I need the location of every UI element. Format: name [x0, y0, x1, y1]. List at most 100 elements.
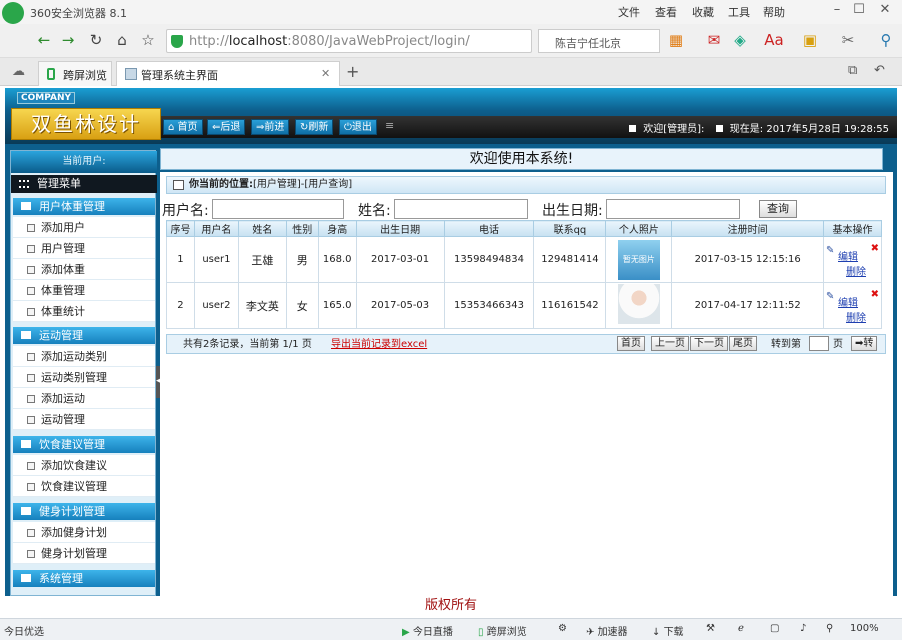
accelerator-link[interactable]: ✈ 加速器 — [586, 623, 628, 638]
forward-button[interactable]: ⇒前进 — [251, 119, 290, 135]
sidebar-item-diet-mgmt[interactable]: 饮食建议管理 — [13, 476, 155, 497]
apps-icon[interactable]: ▦ — [666, 30, 686, 50]
address-bar[interactable]: http://localhost:8080/JavaWebProject/log… — [166, 29, 532, 53]
back-icon[interactable]: ← — [34, 30, 54, 50]
prev-page-button[interactable]: 上一页 — [651, 336, 689, 351]
col-header: 联系qq — [533, 220, 607, 237]
management-menu-title: 管理菜单 — [11, 175, 157, 193]
extension-icon[interactable]: ▣ — [800, 30, 820, 50]
mail-icon[interactable]: ✉ — [704, 30, 724, 50]
doc-icon — [27, 287, 35, 295]
refresh-icon[interactable]: ↻ — [86, 30, 106, 50]
close-tab-icon[interactable]: ✕ — [321, 67, 330, 80]
tools-icon[interactable]: ⚒ — [706, 623, 715, 634]
group-system[interactable]: 系统管理 — [13, 570, 155, 587]
cross-screen-link[interactable]: ▯ 跨屏浏览 — [478, 623, 527, 638]
folder-icon — [21, 507, 31, 515]
search-input[interactable]: 陈吉宁任北京 — [538, 29, 660, 53]
screenshot-icon[interactable]: ✂ — [838, 30, 858, 50]
menu-lines-icon[interactable]: ≡ — [385, 119, 394, 132]
tab-main-system[interactable]: 管理系统主界面 ✕ — [116, 61, 340, 86]
zoom-icon[interactable]: ⚲ — [826, 623, 833, 634]
back-button[interactable]: ⇐后退 — [207, 119, 246, 135]
zoom-search-icon[interactable]: ⚲ — [876, 30, 896, 50]
translate-icon[interactable]: Aa — [764, 30, 784, 50]
goto-page-input[interactable] — [809, 336, 829, 351]
cloud-icon[interactable]: ☁ — [12, 64, 25, 79]
window-icon[interactable]: ▢ — [770, 623, 779, 634]
sidebar-item-add-weight[interactable]: 添加体重 — [13, 259, 155, 280]
ie-icon[interactable]: ℯ — [738, 623, 744, 634]
page-icon — [125, 68, 137, 80]
doc-icon — [27, 374, 35, 382]
group-user-weight[interactable]: 用户体重管理 — [13, 198, 155, 215]
user-photo[interactable]: 暂无图片 — [617, 239, 660, 280]
birth-date-field[interactable] — [606, 199, 740, 219]
download-link[interactable]: ↓ 下载 — [652, 623, 684, 638]
maximize-icon[interactable]: ☐ — [848, 2, 870, 20]
next-page-button[interactable]: 下一页 — [690, 336, 728, 351]
sidebar-item-exercise-type-mgmt[interactable]: 运动类别管理 — [13, 367, 155, 388]
delete-icon[interactable]: ✖ — [871, 243, 879, 254]
group-diet[interactable]: 饮食建议管理 — [13, 436, 155, 453]
refresh-button[interactable]: ↻刷新 — [295, 119, 334, 135]
sidebar-item-user-mgmt[interactable]: 用户管理 — [13, 238, 155, 259]
daily-picks-link[interactable]: 今日优选 — [4, 623, 44, 638]
menu-view[interactable]: 查看 — [655, 4, 677, 20]
sidebar-item-weight-mgmt[interactable]: 体重管理 — [13, 280, 155, 301]
last-page-button[interactable]: 尾页 — [729, 336, 757, 351]
menu-tools[interactable]: 工具 — [728, 4, 750, 20]
group-fitness-plan[interactable]: 健身计划管理 — [13, 503, 155, 520]
new-tab-icon[interactable]: + — [346, 62, 359, 81]
delete-link[interactable]: 删除 — [846, 313, 866, 324]
breadcrumb: 你当前的位置:[用户管理]-[用户查询] — [166, 176, 886, 194]
first-page-button[interactable]: 首页 — [617, 336, 645, 351]
edit-link[interactable]: 编辑 — [838, 252, 858, 263]
sidebar-item-add-diet[interactable]: 添加饮食建议 — [13, 455, 155, 476]
sound-icon[interactable]: ♪ — [800, 623, 806, 634]
minimize-icon[interactable]: – — [826, 2, 848, 20]
go-button[interactable]: ➡转 — [851, 336, 878, 351]
delete-link[interactable]: 删除 — [846, 267, 866, 278]
settings-icon[interactable]: ⚙ — [558, 623, 567, 634]
logout-button[interactable]: ⏻退出 — [339, 119, 377, 135]
home-icon[interactable]: ⌂ — [112, 30, 132, 50]
sidebar-item-add-user[interactable]: 添加用户 — [13, 217, 155, 238]
col-header: 性别 — [285, 220, 319, 237]
current-user-bar: 当前用户: — [11, 151, 157, 173]
col-header: 出生日期 — [355, 220, 445, 237]
forward-icon[interactable]: → — [58, 30, 78, 50]
browser-title: 360安全浏览器 8.1 — [30, 7, 127, 20]
restore-tabs-icon[interactable]: ⧉ — [848, 63, 857, 78]
menu-favorites[interactable]: 收藏 — [692, 4, 714, 20]
query-button[interactable]: 查询 — [759, 200, 797, 218]
name-field[interactable] — [394, 199, 528, 219]
zoom-level[interactable]: 100% — [850, 623, 879, 634]
sidebar-item-add-exercise[interactable]: 添加运动 — [13, 388, 155, 409]
sidebar-item-exercise-mgmt[interactable]: 运动管理 — [13, 409, 155, 430]
goto-label: 转到第 — [771, 339, 801, 350]
delete-icon[interactable]: ✖ — [871, 289, 879, 300]
grid-icon — [19, 180, 29, 188]
shield-plugin-icon[interactable]: ◈ — [730, 30, 750, 50]
group-exercise[interactable]: 运动管理 — [13, 327, 155, 344]
export-excel-link[interactable]: 导出当前记录到excel — [331, 336, 427, 354]
pagination-bar: 共有2条记录，当前第 1/1 页 导出当前记录到excel 首页 上一页 下一页… — [166, 334, 886, 354]
sidebar-item-plan-mgmt[interactable]: 健身计划管理 — [13, 543, 155, 564]
star-icon[interactable]: ☆ — [138, 30, 158, 50]
home-button[interactable]: ⌂ 首页 — [163, 119, 203, 135]
sidebar-item-weight-stats[interactable]: 体重统计 — [13, 301, 155, 322]
close-window-icon[interactable]: ✕ — [874, 2, 896, 20]
menu-help[interactable]: 帮助 — [763, 4, 785, 20]
sidebar-item-add-exercise-type[interactable]: 添加运动类别 — [13, 346, 155, 367]
square-icon — [629, 125, 637, 132]
username-field[interactable] — [212, 199, 344, 219]
menu-file[interactable]: 文件 — [618, 4, 640, 20]
undo-close-icon[interactable]: ↶ — [874, 63, 885, 78]
live-link[interactable]: ▶ 今日直播 — [402, 623, 453, 638]
col-header: 序号 — [166, 220, 195, 237]
tab-cross-screen[interactable]: 跨屏浏览 — [38, 61, 112, 86]
sidebar-item-add-plan[interactable]: 添加健身计划 — [13, 522, 155, 543]
user-photo[interactable] — [617, 284, 660, 324]
edit-link[interactable]: 编辑 — [838, 298, 858, 309]
